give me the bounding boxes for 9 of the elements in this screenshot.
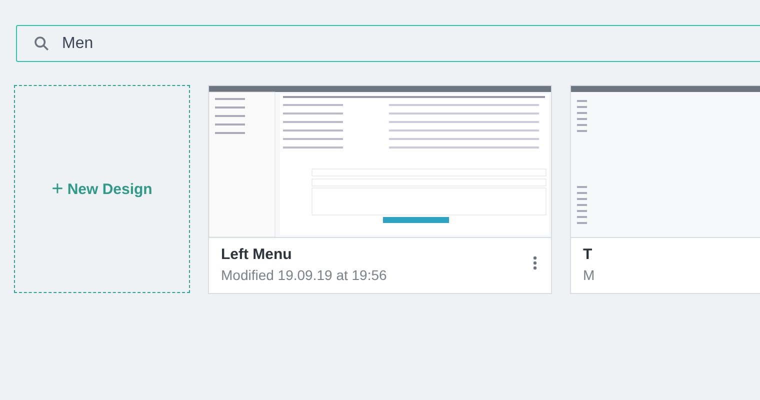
design-title: Left Menu [221,246,293,263]
search-icon [33,35,50,52]
more-icon [533,256,537,270]
search-field[interactable]: Men [16,25,760,62]
modified-date: M [583,267,595,283]
design-title: T [583,246,594,263]
design-card[interactable]: T M [570,85,760,294]
modified-date: Modified 19.09.19 at 19:56 [221,267,387,283]
design-card[interactable]: Left Menu Modified 19.09.19 at 19:56 [208,85,552,294]
